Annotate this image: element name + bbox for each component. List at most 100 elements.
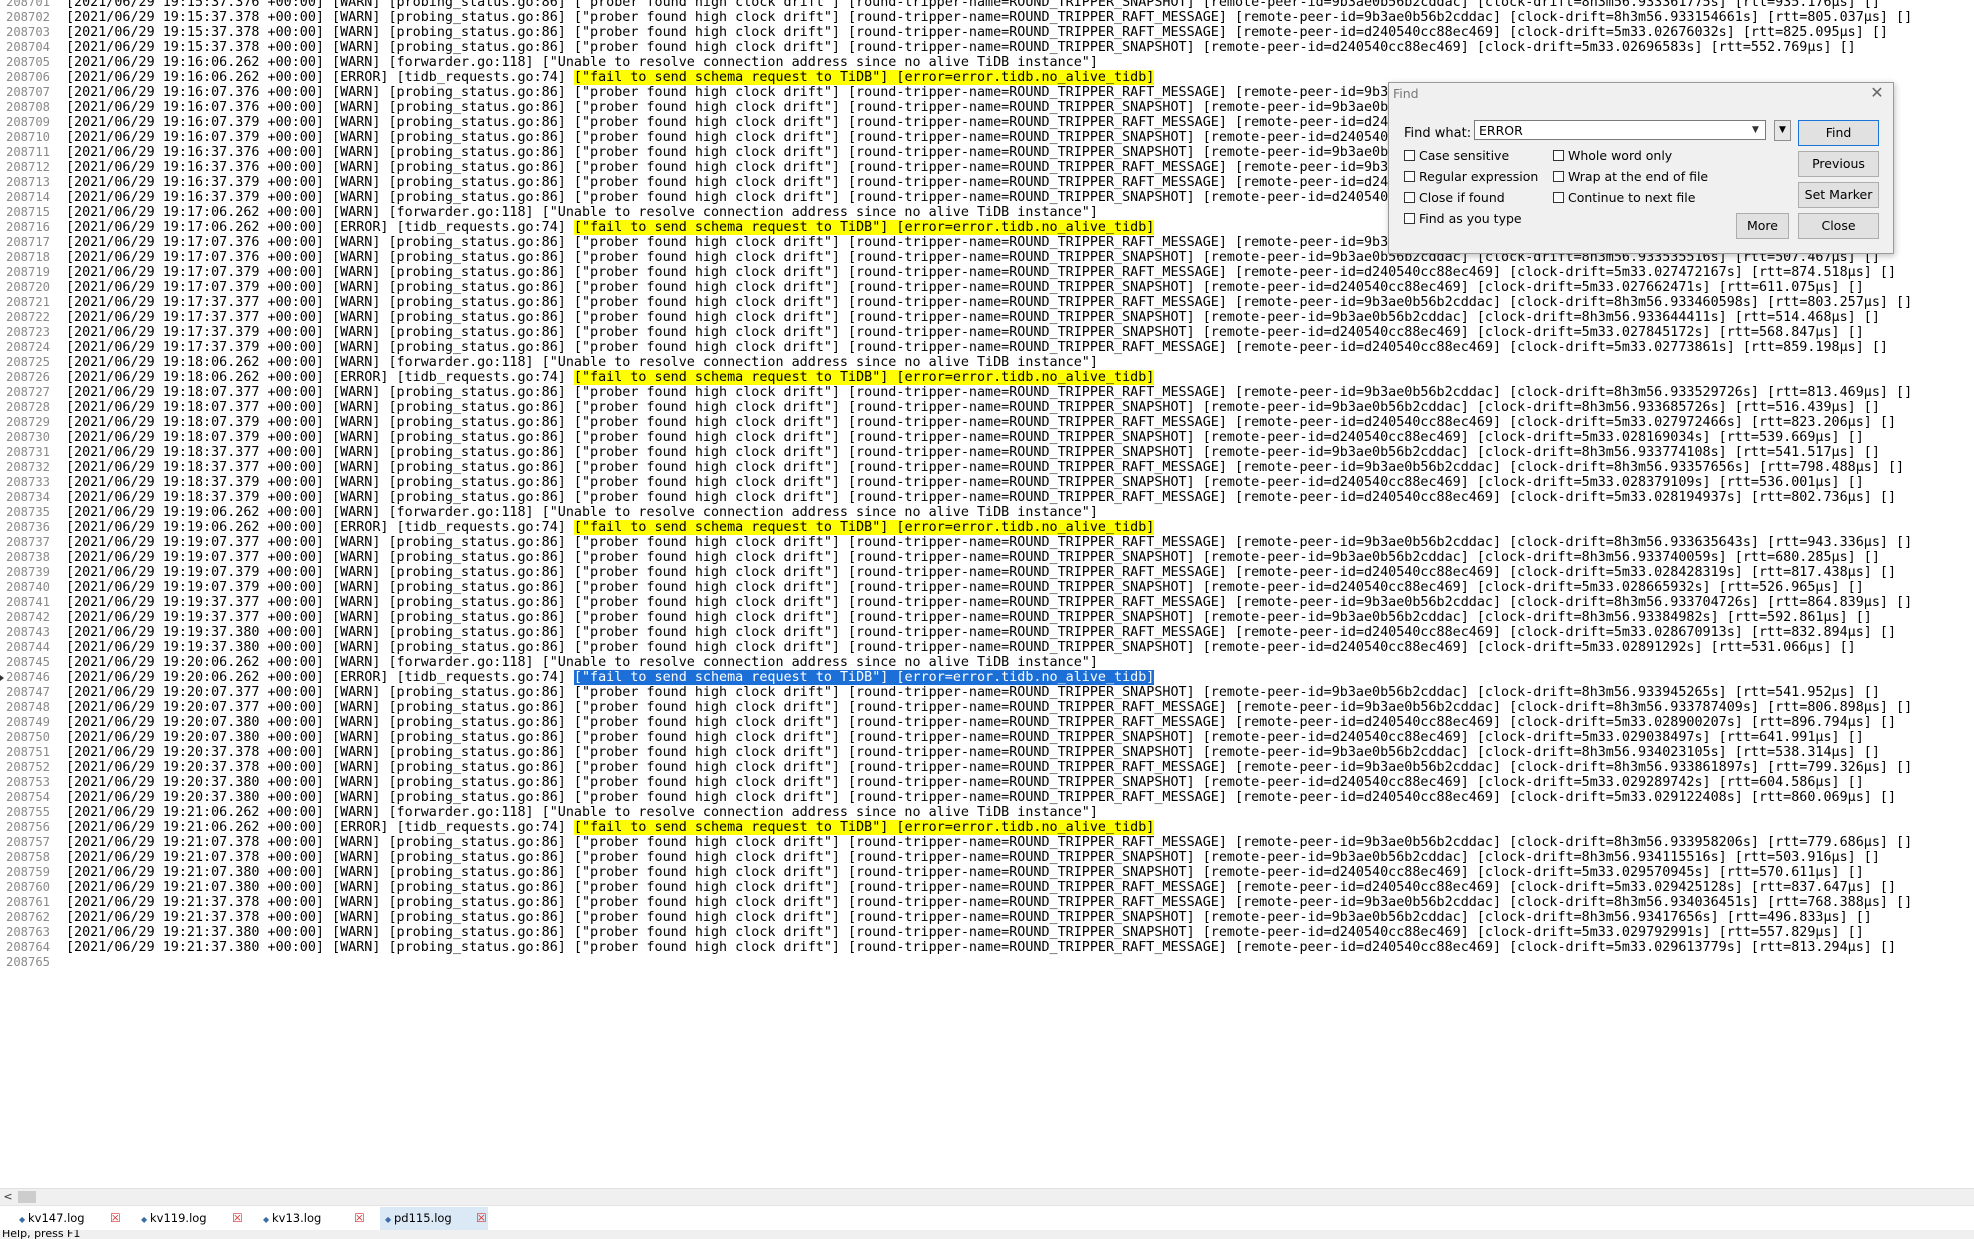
previous-button[interactable]: Previous — [1798, 151, 1879, 177]
log-line[interactable]: 208728 [2021/06/29 19:18:07.377 +00:00] [… — [0, 400, 1974, 415]
close-icon[interactable]: ☒ — [110, 1207, 121, 1230]
log-line[interactable]: 208734 [2021/06/29 19:18:37.379 +00:00] [… — [0, 490, 1974, 505]
log-line[interactable]: 208761 [2021/06/29 19:21:37.378 +00:00] [… — [0, 895, 1974, 910]
chevron-left-icon[interactable]: < — [2, 1189, 14, 1205]
log-line[interactable]: 208738 [2021/06/29 19:19:07.377 +00:00] [… — [0, 550, 1974, 565]
more-button[interactable]: More — [1736, 213, 1789, 239]
regular-expression-checkbox[interactable]: Regular expression — [1404, 169, 1538, 185]
checkbox-box[interactable] — [1404, 150, 1415, 161]
tab-kv119-log[interactable]: ◆ kv119.log ☒ — [136, 1207, 244, 1230]
line-text: [2021/06/29 19:21:37.380 +00:00] [WARN] … — [66, 940, 1896, 955]
close-icon[interactable]: ✕ — [1869, 85, 1885, 101]
case-sensitive-checkbox[interactable]: Case sensitive — [1404, 148, 1509, 164]
log-line[interactable]: 208756 [2021/06/29 19:21:06.262 +00:00] [… — [0, 820, 1974, 835]
log-line[interactable]: 208752 [2021/06/29 19:20:37.378 +00:00] [… — [0, 760, 1974, 775]
log-line[interactable]: 208747 [2021/06/29 19:20:07.377 +00:00] [… — [0, 685, 1974, 700]
log-line[interactable]: 208741 [2021/06/29 19:19:37.377 +00:00] [… — [0, 595, 1974, 610]
log-line[interactable]: 208763 [2021/06/29 19:21:37.380 +00:00] [… — [0, 925, 1974, 940]
log-line[interactable]: 208702 [2021/06/29 19:15:37.378 +00:00] [… — [0, 10, 1974, 25]
log-line[interactable]: 208764 [2021/06/29 19:21:37.380 +00:00] [… — [0, 940, 1974, 955]
checkbox-box[interactable] — [1404, 192, 1415, 203]
log-line[interactable]: 208727 [2021/06/29 19:18:07.377 +00:00] [… — [0, 385, 1974, 400]
continue-next-file-checkbox[interactable]: Continue to next file — [1553, 190, 1695, 206]
log-line[interactable]: 208735 [2021/06/29 19:19:06.262 +00:00] [… — [0, 505, 1974, 520]
chevron-down-icon[interactable]: ▼ — [1747, 121, 1764, 140]
find-what-input[interactable]: ERROR — [1474, 120, 1766, 140]
close-icon[interactable]: ☒ — [354, 1207, 365, 1230]
checkbox-box[interactable] — [1553, 192, 1564, 203]
horizontal-scrollbar[interactable]: < — [0, 1188, 1974, 1205]
log-line[interactable]: 208703 [2021/06/29 19:15:37.378 +00:00] [… — [0, 25, 1974, 40]
line-number: 208706 — [6, 70, 51, 84]
tab-kv13-log[interactable]: ◆ kv13.log ☒ — [258, 1207, 366, 1230]
log-line[interactable]: 208719 [2021/06/29 19:17:07.379 +00:00] [… — [0, 265, 1974, 280]
line-number: 208737 — [6, 535, 51, 549]
line-number: 208714 — [6, 190, 51, 204]
log-line[interactable]: 208755 [2021/06/29 19:21:06.262 +00:00] [… — [0, 805, 1974, 820]
log-line[interactable]: 208753 [2021/06/29 19:20:37.380 +00:00] [… — [0, 775, 1974, 790]
line-text-body: [2021/06/29 19:17:37.379 +00:00] [WARN] … — [66, 325, 1864, 340]
find-button[interactable]: Find — [1798, 120, 1879, 146]
tab-kv147-log[interactable]: ◆ kv147.log ☒ — [14, 1207, 122, 1230]
wrap-at-end-checkbox[interactable]: Wrap at the end of file — [1553, 169, 1708, 185]
checkbox-box[interactable] — [1553, 171, 1564, 182]
checkbox-box[interactable] — [1553, 150, 1564, 161]
case-sensitive-label: Case sensitive — [1419, 148, 1510, 163]
log-line[interactable]: 208750 [2021/06/29 19:20:07.380 +00:00] [… — [0, 730, 1974, 745]
close-icon[interactable]: ☒ — [232, 1207, 243, 1230]
line-text: [2021/06/29 19:21:06.262 +00:00] [ERROR]… — [66, 820, 1155, 835]
log-line[interactable]: 208732 [2021/06/29 19:18:37.377 +00:00] [… — [0, 460, 1974, 475]
log-line[interactable]: 208701 [2021/06/29 19:15:37.376 +00:00] [… — [0, 0, 1974, 10]
log-line[interactable]: 208757 [2021/06/29 19:21:07.378 +00:00] [… — [0, 835, 1974, 850]
log-line[interactable]: 208748 [2021/06/29 19:20:07.377 +00:00] [… — [0, 700, 1974, 715]
log-line[interactable]: 208731 [2021/06/29 19:18:37.377 +00:00] [… — [0, 445, 1974, 460]
log-line[interactable]: 208765 — [0, 955, 1974, 970]
log-line[interactable]: 208729 [2021/06/29 19:18:07.379 +00:00] [… — [0, 415, 1974, 430]
log-line[interactable]: 208744 [2021/06/29 19:19:37.380 +00:00] [… — [0, 640, 1974, 655]
log-line[interactable]: 208723 [2021/06/29 19:17:37.379 +00:00] [… — [0, 325, 1974, 340]
log-line[interactable]: 208721 [2021/06/29 19:17:37.377 +00:00] [… — [0, 295, 1974, 310]
log-line[interactable]: 208749 [2021/06/29 19:20:07.380 +00:00] [… — [0, 715, 1974, 730]
log-line[interactable]: 208742 [2021/06/29 19:19:37.377 +00:00] [… — [0, 610, 1974, 625]
close-icon[interactable]: ☒ — [476, 1207, 487, 1230]
log-line[interactable]: 208730 [2021/06/29 19:18:07.379 +00:00] [… — [0, 430, 1974, 445]
log-line[interactable]: 208736 [2021/06/29 19:19:06.262 +00:00] [… — [0, 520, 1974, 535]
find-as-you-type-checkbox[interactable]: Find as you type — [1404, 211, 1522, 227]
log-line[interactable]: 208724 [2021/06/29 19:17:37.379 +00:00] [… — [0, 340, 1974, 355]
close-button[interactable]: Close — [1798, 213, 1879, 239]
scrollbar-thumb[interactable] — [18, 1191, 36, 1203]
log-line[interactable]: 208760 [2021/06/29 19:21:07.380 +00:00] [… — [0, 880, 1974, 895]
log-line[interactable]: 208725 [2021/06/29 19:18:06.262 +00:00] [… — [0, 355, 1974, 370]
checkbox-box[interactable] — [1404, 213, 1415, 224]
log-line[interactable]: 208762 [2021/06/29 19:21:37.378 +00:00] [… — [0, 910, 1974, 925]
log-line[interactable]: 208704 [2021/06/29 19:15:37.378 +00:00] [… — [0, 40, 1974, 55]
log-line[interactable]: 208722 [2021/06/29 19:17:37.377 +00:00] [… — [0, 310, 1974, 325]
log-line[interactable]: 208758 [2021/06/29 19:21:07.378 +00:00] [… — [0, 850, 1974, 865]
line-text-body: [2021/06/29 19:20:07.380 +00:00] [WARN] … — [66, 715, 1897, 730]
log-line[interactable]: 208751 [2021/06/29 19:20:37.378 +00:00] [… — [0, 745, 1974, 760]
log-line[interactable]: 208745 [2021/06/29 19:20:06.262 +00:00] [… — [0, 655, 1974, 670]
line-text: [2021/06/29 19:15:37.378 +00:00] [WARN] … — [66, 25, 1888, 40]
log-line[interactable]: 208705 [2021/06/29 19:16:06.262 +00:00] [… — [0, 55, 1974, 70]
log-line[interactable]: 208743 [2021/06/29 19:19:37.380 +00:00] [… — [0, 625, 1974, 640]
log-line[interactable]: 208737 [2021/06/29 19:19:07.377 +00:00] [… — [0, 535, 1974, 550]
log-line[interactable]: 208733 [2021/06/29 19:18:37.379 +00:00] [… — [0, 475, 1974, 490]
whole-word-only-checkbox[interactable]: Whole word only — [1553, 148, 1672, 164]
log-line[interactable]: 208759 [2021/06/29 19:21:07.380 +00:00] [… — [0, 865, 1974, 880]
tab-pd115-log[interactable]: ◆ pd115.log ☒ — [380, 1207, 488, 1230]
line-text: [2021/06/29 19:17:07.379 +00:00] [WARN] … — [66, 265, 1896, 280]
line-number: 208724 — [6, 340, 51, 354]
log-line[interactable]: 208726 [2021/06/29 19:18:06.262 +00:00] [… — [0, 370, 1974, 385]
set-marker-button[interactable]: Set Marker — [1798, 182, 1879, 208]
log-line[interactable]: 208740 [2021/06/29 19:19:07.379 +00:00] [… — [0, 580, 1974, 595]
line-text: [2021/06/29 19:17:37.379 +00:00] [WARN] … — [66, 340, 1888, 355]
line-number: 208729 — [6, 415, 51, 429]
checkbox-box[interactable] — [1404, 171, 1415, 182]
history-dropdown-button[interactable]: ▼ — [1774, 120, 1791, 141]
log-line[interactable]: 208754 [2021/06/29 19:20:37.380 +00:00] [… — [0, 790, 1974, 805]
close-if-found-checkbox[interactable]: Close if found — [1404, 190, 1505, 206]
log-line[interactable]: 208739 [2021/06/29 19:19:07.379 +00:00] [… — [0, 565, 1974, 580]
line-text: [2021/06/29 19:17:37.377 +00:00] [WARN] … — [66, 310, 1880, 325]
log-line[interactable]: 208720 [2021/06/29 19:17:07.379 +00:00] [… — [0, 280, 1974, 295]
log-line[interactable]: 208746 [2021/06/29 19:20:06.262 +00:00] [… — [0, 670, 1974, 685]
